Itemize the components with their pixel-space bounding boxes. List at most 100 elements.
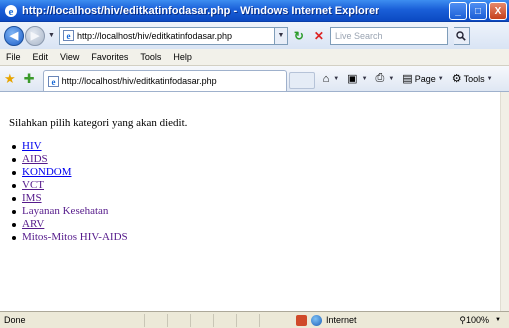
chevron-down-icon: ▼ [333, 75, 340, 82]
magnifier-icon: ⚲ [459, 314, 467, 325]
bullet [12, 183, 16, 188]
bullet [12, 196, 16, 201]
minimize-button[interactable]: _ [449, 2, 467, 20]
chevron-down-icon: ▼ [361, 75, 368, 82]
list-item: HIV [9, 140, 128, 153]
gear-icon: ⚙ [451, 73, 462, 85]
maximize-button[interactable]: □ [469, 2, 487, 20]
category-link-arv[interactable]: ARV [22, 218, 44, 231]
chevron-down-icon: ▼ [437, 75, 444, 82]
new-tab-button[interactable] [288, 72, 315, 89]
address-url: http://localhost/hiv/editkatinfodasar.ph… [76, 30, 233, 41]
chevron-down-icon: ▼ [486, 75, 493, 82]
refresh-button[interactable]: ↻ [290, 27, 308, 45]
zoom-level: 100% [466, 315, 490, 325]
tools-menu-button[interactable]: ⚙ Tools ▼ [452, 72, 493, 85]
category-list: HIV AIDS KONDOM VCT IMS Layanan Kesehata… [9, 140, 128, 244]
address-input[interactable]: e http://localhost/hiv/editkatinfodasar.… [58, 26, 275, 45]
category-link-hiv[interactable]: HIV [22, 140, 42, 153]
bullet [12, 235, 16, 240]
page-menu-button[interactable]: ▤ Page ▼ [402, 72, 443, 85]
bullet [12, 144, 16, 149]
menu-favorites[interactable]: Favorites [85, 52, 134, 62]
window-controls: _ □ X [449, 2, 507, 20]
bullet [12, 157, 16, 162]
zone-label: Internet [326, 315, 357, 325]
refresh-icon: ↻ [293, 28, 304, 43]
search-button[interactable] [453, 26, 470, 45]
category-link-ims[interactable]: IMS [22, 192, 42, 205]
address-dropdown-button[interactable]: ▼ [274, 26, 288, 45]
status-bar: Done Internet ⚲ 100% ▼ [0, 311, 509, 328]
menu-view[interactable]: View [54, 52, 85, 62]
security-zone[interactable]: Internet [296, 314, 357, 326]
home-icon: ⌂ [322, 72, 330, 85]
status-pane [213, 313, 236, 327]
print-button[interactable]: ⎙ ▼ [376, 72, 395, 85]
list-item: VCT [9, 179, 128, 192]
arrow-left-icon: ◀ [9, 30, 19, 42]
add-favorites-icon[interactable]: ✚ [24, 71, 35, 87]
category-link-vct[interactable]: VCT [22, 179, 44, 192]
printer-icon: ⎙ [375, 72, 385, 84]
chevron-down-icon: ▼ [388, 75, 395, 82]
status-panes [144, 313, 282, 327]
svg-text:e: e [9, 6, 14, 18]
browser-tab[interactable]: e http://localhost/hiv/editkatinfodasar.… [42, 70, 287, 91]
back-button[interactable]: ◀ [4, 25, 24, 46]
search-placeholder: Live Search [334, 30, 383, 41]
page-menu-label: Page [414, 73, 436, 84]
stop-icon: ✕ [313, 28, 324, 43]
stop-button[interactable]: ✕ [310, 27, 328, 45]
internet-explorer-icon: e [5, 4, 17, 18]
home-button[interactable]: ⌂ ▼ [323, 73, 340, 85]
globe-icon [311, 314, 322, 326]
favorites-star-icon[interactable]: ★ [4, 71, 16, 87]
chevron-down-icon: ▼ [277, 32, 285, 39]
menu-edit[interactable]: Edit [27, 52, 55, 62]
status-pane [236, 313, 259, 327]
tools-menu-label: Tools [463, 73, 485, 84]
category-link-kondom[interactable]: KONDOM [22, 166, 72, 179]
forward-button[interactable]: ▶ [25, 25, 45, 46]
navigation-bar: ◀ ▶ ▼ e http://localhost/hiv/editkatinfo… [0, 22, 509, 49]
list-item: ARV [9, 218, 128, 231]
status-pane [167, 313, 190, 327]
bullet [12, 222, 16, 227]
close-button[interactable]: X [489, 2, 507, 20]
category-link-aids[interactable]: AIDS [22, 153, 48, 166]
recent-pages-dropdown[interactable]: ▼ [48, 32, 55, 39]
svg-text:e: e [66, 31, 70, 41]
instruction-text: Silahkan pilih kategori yang akan diedit… [9, 117, 188, 129]
list-item: AIDS [9, 153, 128, 166]
status-text: Done [4, 315, 26, 325]
window-title: http://localhost/hiv/editkatinfodasar.ph… [22, 4, 380, 17]
feeds-icon: ▣ [347, 73, 358, 85]
status-pane [259, 313, 282, 327]
protected-mode-icon [296, 314, 307, 326]
page-content: Silahkan pilih kategori yang akan diedit… [0, 92, 500, 311]
list-item: KONDOM [9, 166, 128, 179]
svg-text:e: e [51, 77, 55, 87]
arrow-right-icon: ▶ [30, 30, 40, 42]
menu-file[interactable]: File [0, 52, 27, 62]
feeds-button[interactable]: ▣ ▼ [347, 72, 367, 85]
command-bar: ★ ✚ e http://localhost/hiv/editkatinfoda… [0, 66, 509, 92]
status-pane [144, 313, 167, 327]
menu-help[interactable]: Help [167, 52, 198, 62]
page-icon: ▤ [402, 73, 413, 85]
bullet [12, 170, 16, 175]
vertical-scrollbar[interactable] [500, 92, 509, 311]
category-link-layanan-kesehatan[interactable]: Layanan Kesehatan [22, 205, 108, 218]
ie-page-icon: e [47, 75, 59, 87]
chevron-down-icon: ▼ [495, 317, 501, 323]
menu-tools[interactable]: Tools [134, 52, 167, 62]
menu-bar: File Edit View Favorites Tools Help [0, 49, 509, 66]
status-pane [190, 313, 213, 327]
search-input[interactable]: Live Search [329, 26, 448, 45]
window-titlebar[interactable]: e http://localhost/hiv/editkatinfodasar.… [0, 0, 509, 22]
list-item: Layanan Kesehatan [9, 205, 128, 218]
zoom-control[interactable]: ⚲ 100% ▼ [459, 315, 501, 326]
list-item: IMS [9, 192, 128, 205]
category-link-mitos-mitos-hiv-aids[interactable]: Mitos-Mitos HIV-AIDS [22, 231, 128, 244]
